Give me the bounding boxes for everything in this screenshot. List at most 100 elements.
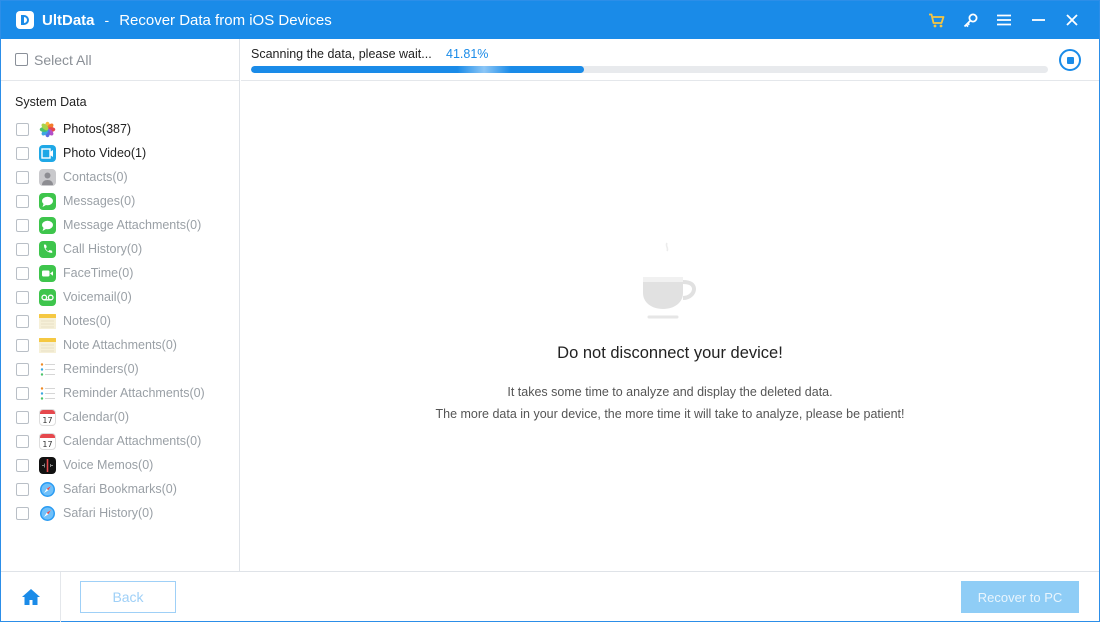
item-checkbox[interactable] (16, 338, 29, 352)
group-title-system-data: System Data (15, 95, 87, 109)
item-checkbox[interactable] (16, 218, 29, 232)
sidebar-item-message-attachments[interactable]: Message Attachments(0) (1, 213, 239, 237)
recover-to-pc-button[interactable]: Recover to PC (961, 581, 1079, 613)
warning-headline: Do not disconnect your device! (557, 344, 783, 362)
home-button[interactable] (1, 572, 61, 622)
scan-status-bar: Scanning the data, please wait... 41.81% (241, 39, 1099, 81)
coffee-cup-icon (643, 242, 697, 319)
sidebar-item-voice-memos[interactable]: Voice Memos(0) (1, 453, 239, 477)
item-label: Contacts(0) (63, 170, 128, 184)
info-line-1: It takes some time to analyze and displa… (507, 385, 833, 399)
sidebar-item-safari-history[interactable]: Safari History(0) (1, 501, 239, 525)
item-label: FaceTime(0) (63, 266, 134, 280)
item-label: Call History(0) (63, 242, 143, 256)
calendar-icon: 17 (39, 408, 56, 426)
app-brand: UltData (42, 11, 95, 29)
item-checkbox[interactable] (16, 170, 29, 184)
svg-text:17: 17 (42, 416, 52, 425)
scan-panel: Scanning the data, please wait... 41.81%… (241, 39, 1099, 571)
titlebar-controls (919, 1, 1089, 39)
item-checkbox[interactable] (16, 290, 29, 304)
sidebar-item-photo-video[interactable]: Photo Video(1) (1, 141, 239, 165)
contacts-icon (39, 168, 56, 186)
select-all-row[interactable]: Select All (1, 39, 239, 81)
item-checkbox[interactable] (16, 386, 29, 400)
safari-icon (39, 480, 56, 498)
calendar-attachments-icon: 17 (39, 432, 56, 450)
cart-icon[interactable] (919, 1, 953, 39)
stop-scan-button[interactable] (1059, 49, 1081, 71)
item-checkbox[interactable] (16, 410, 29, 424)
photo-video-icon (39, 144, 56, 162)
sidebar-item-note-attachments[interactable]: Note Attachments(0) (1, 333, 239, 357)
sidebar-item-safari-bookmarks[interactable]: Safari Bookmarks(0) (1, 477, 239, 501)
item-checkbox[interactable] (16, 362, 29, 376)
app-window: UltData - Recover Data from iOS Devices (0, 0, 1100, 622)
notes-icon (39, 312, 56, 330)
item-label: Note Attachments(0) (63, 338, 177, 352)
info-line-2: The more data in your device, the more t… (435, 407, 905, 421)
photos-icon (39, 120, 56, 138)
item-label: Photo Video(1) (63, 146, 147, 160)
message-attachments-icon (39, 216, 56, 234)
sidebar-item-reminders[interactable]: Reminders(0) (1, 357, 239, 381)
title-separator: - (104, 12, 110, 28)
sidebar-item-facetime[interactable]: FaceTime(0) (1, 261, 239, 285)
select-all-label: Select All (34, 51, 92, 68)
scan-percent: 41.81% (446, 47, 489, 61)
sidebar-item-messages[interactable]: Messages(0) (1, 189, 239, 213)
item-checkbox[interactable] (16, 506, 29, 520)
phone-icon (39, 240, 56, 258)
item-label: Calendar(0) (63, 410, 130, 424)
item-label: Calendar Attachments(0) (63, 434, 202, 448)
item-checkbox[interactable] (16, 242, 29, 256)
item-label: Safari History(0) (63, 506, 154, 520)
reminders-icon (39, 360, 56, 378)
item-label: Voice Memos(0) (63, 458, 154, 472)
item-label: Voicemail(0) (63, 290, 132, 304)
scan-status-text: Scanning the data, please wait... (251, 47, 432, 61)
item-checkbox[interactable] (16, 458, 29, 472)
footer-bar: Back Recover to PC (1, 571, 1099, 622)
sidebar-item-notes[interactable]: Notes(0) (1, 309, 239, 333)
category-list: Photos(387) Photo Video(1) Contacts(0) M… (1, 117, 239, 525)
minimize-icon[interactable] (1021, 1, 1055, 39)
facetime-icon (39, 264, 56, 282)
note-attachments-icon (39, 336, 56, 354)
item-label: Safari Bookmarks(0) (63, 482, 177, 496)
category-sidebar: Select All System Data Photos(387) Photo… (1, 39, 240, 571)
item-checkbox[interactable] (16, 434, 29, 448)
safari-icon (39, 504, 56, 522)
voice-memos-icon (39, 456, 56, 474)
close-icon[interactable] (1055, 1, 1089, 39)
item-checkbox[interactable] (16, 146, 29, 160)
sidebar-item-contacts[interactable]: Contacts(0) (1, 165, 239, 189)
item-checkbox[interactable] (16, 122, 29, 136)
item-label: Message Attachments(0) (63, 218, 202, 232)
select-all-checkbox[interactable] (15, 53, 28, 66)
sidebar-item-calendar[interactable]: 17 Calendar(0) (1, 405, 239, 429)
key-icon[interactable] (953, 1, 987, 39)
menu-icon[interactable] (987, 1, 1021, 39)
title-bar: UltData - Recover Data from iOS Devices (1, 1, 1099, 39)
stop-icon (1066, 56, 1074, 64)
waiting-message: Do not disconnect your device! It takes … (241, 81, 1099, 571)
item-checkbox[interactable] (16, 314, 29, 328)
item-checkbox[interactable] (16, 482, 29, 496)
voicemail-icon (39, 288, 56, 306)
reminder-attachments-icon (39, 384, 56, 402)
item-label: Messages(0) (63, 194, 136, 208)
svg-text:17: 17 (42, 440, 52, 449)
sidebar-item-calendar-attachments[interactable]: 17 Calendar Attachments(0) (1, 429, 239, 453)
item-checkbox[interactable] (16, 266, 29, 280)
item-checkbox[interactable] (16, 194, 29, 208)
sidebar-item-voicemail[interactable]: Voicemail(0) (1, 285, 239, 309)
sidebar-item-photos[interactable]: Photos(387) (1, 117, 239, 141)
sidebar-item-reminder-attachments[interactable]: Reminder Attachments(0) (1, 381, 239, 405)
back-button[interactable]: Back (80, 581, 176, 613)
scan-progress-bar (251, 66, 1048, 73)
item-label: Notes(0) (63, 314, 111, 328)
scan-progress-fill (251, 66, 585, 73)
window-title: Recover Data from iOS Devices (119, 11, 332, 29)
sidebar-item-call-history[interactable]: Call History(0) (1, 237, 239, 261)
